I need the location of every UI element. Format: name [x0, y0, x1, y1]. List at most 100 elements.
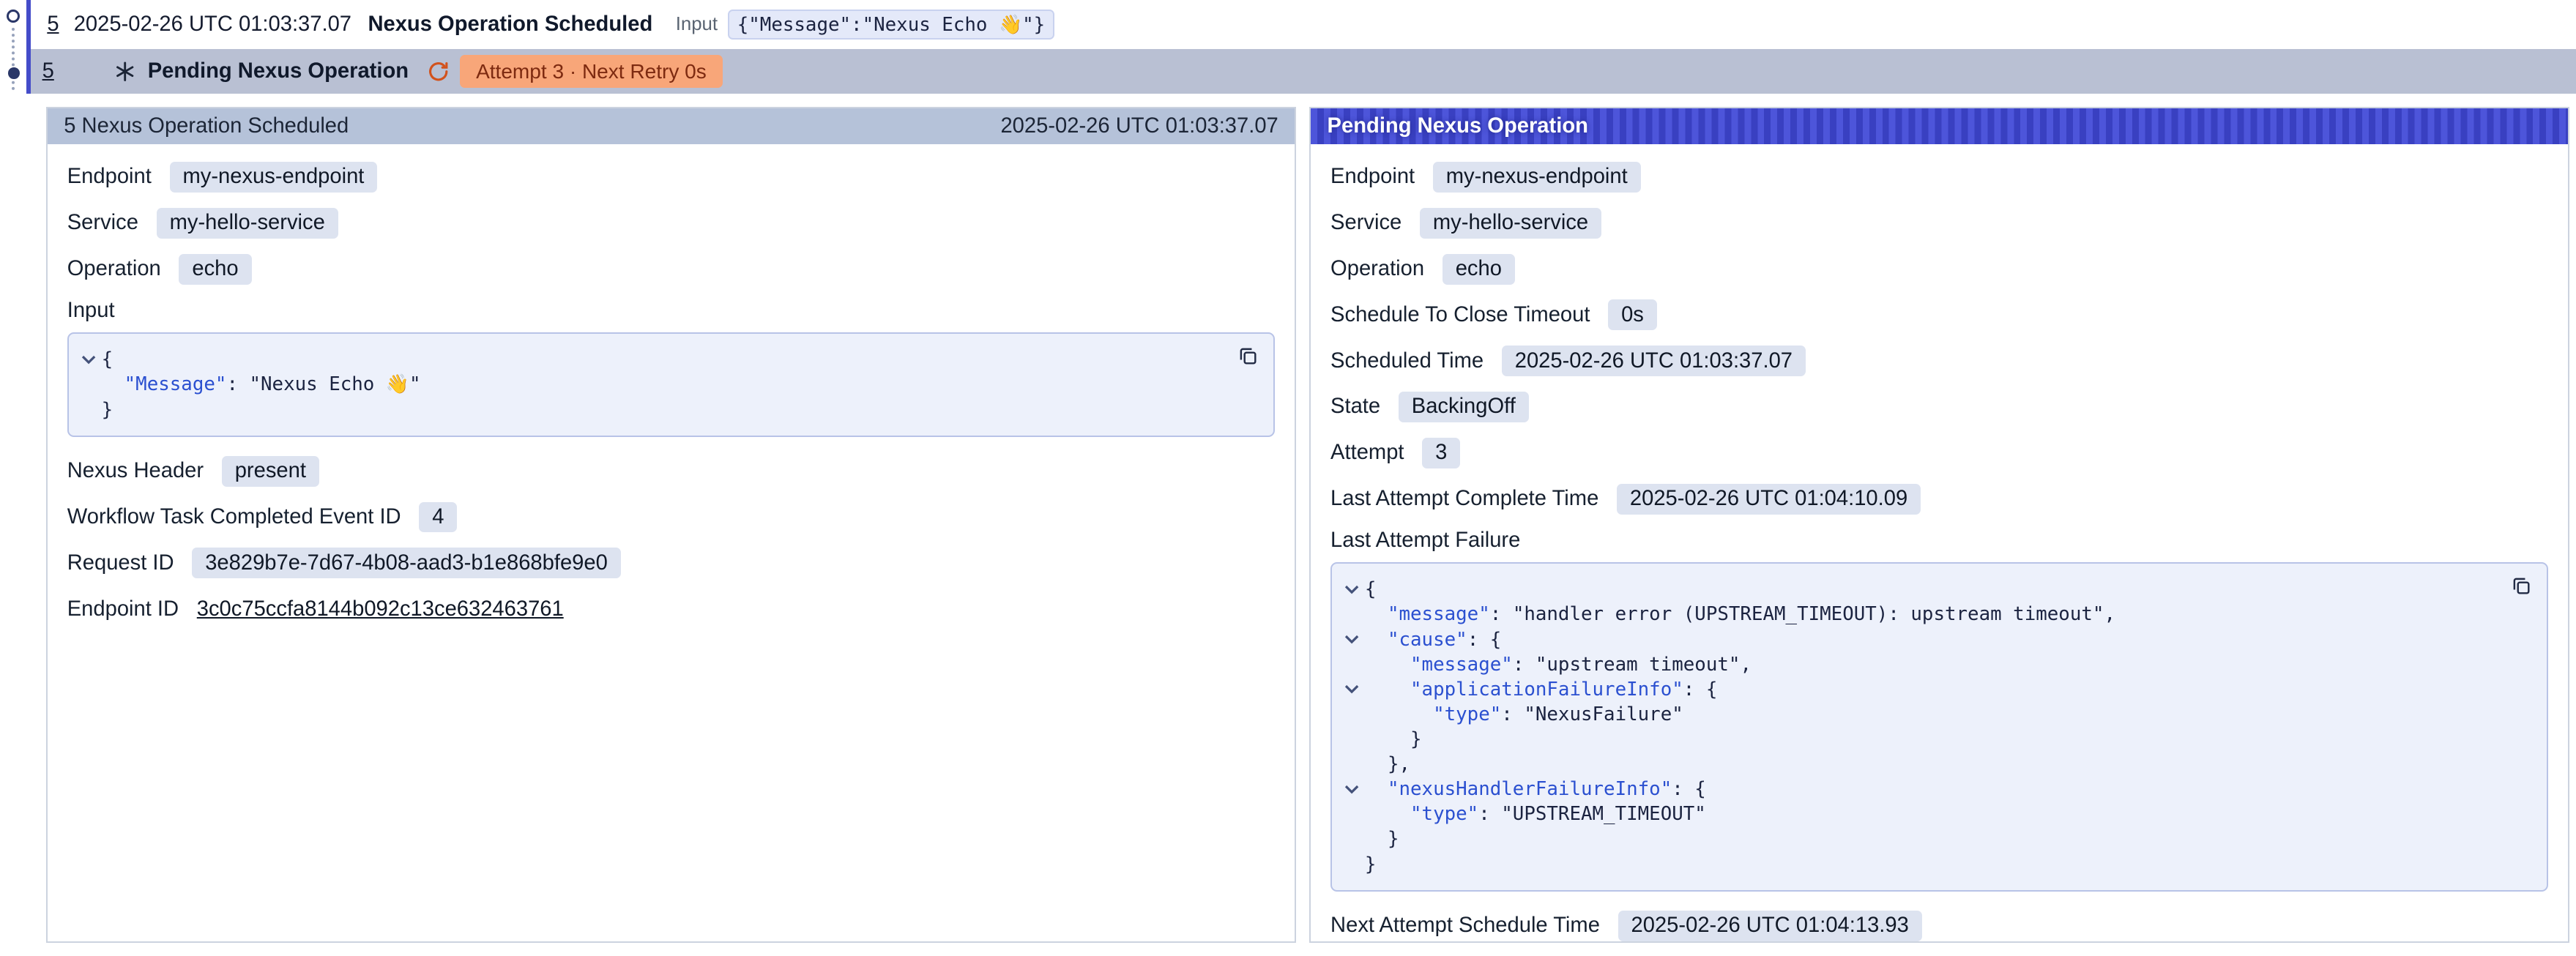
- pending-event-id-link[interactable]: 5: [42, 59, 54, 83]
- json-block-input: { "Message": "Nexus Echo 👋"}: [67, 332, 1276, 436]
- field-label-last-attempt-complete-time: Last Attempt Complete Time: [1330, 487, 1598, 511]
- field-row-state: State BackingOff: [1330, 391, 2548, 424]
- field-row-operation: Operationecho: [1330, 253, 2548, 285]
- code-line: {: [1339, 577, 2501, 602]
- collapse-chevron-icon[interactable]: [1339, 577, 1365, 602]
- chevron-spacer: [1339, 702, 1365, 727]
- code-line: "nexusHandlerFailureInfo": {: [1339, 777, 2501, 802]
- history-rows-group: 5 2025-02-26 UTC 01:03:37.07 Nexus Opera…: [26, 0, 2576, 94]
- code-text: }: [1365, 727, 1422, 752]
- field-value-chip: my-nexus-endpoint: [170, 162, 378, 193]
- field-row-next-attempt-schedule-time: Next Attempt Schedule Time 2025-02-26 UTC…: [1330, 909, 2548, 942]
- chevron-spacer: [1339, 852, 1365, 877]
- chevron-spacer: [1339, 752, 1365, 777]
- scheduled-event-detail-panel: 5 Nexus Operation Scheduled 2025-02-26 U…: [46, 107, 1296, 943]
- code-text: {: [1365, 577, 1377, 602]
- code-line: "message": "handler error (UPSTREAM_TIME…: [1339, 602, 2501, 627]
- event-id-link[interactable]: 5: [47, 12, 59, 37]
- collapse-chevron-icon[interactable]: [1339, 627, 1365, 652]
- pending-panel-header: Pending Nexus Operation: [1311, 108, 2568, 144]
- panel-title: 5 Nexus Operation Scheduled: [64, 114, 349, 138]
- field-value-chip: 4: [419, 502, 457, 533]
- code-line: {: [75, 347, 1228, 372]
- event-timeline-gutter: [0, 0, 26, 102]
- code-text: "message": "upstream timeout",: [1365, 652, 1752, 677]
- chevron-spacer: [75, 397, 102, 422]
- code-line: "applicationFailureInfo": {: [1339, 677, 2501, 702]
- code-line: }: [1339, 826, 2501, 851]
- code-text: "type": "UPSTREAM_TIMEOUT": [1365, 802, 1706, 826]
- panel-title: Pending Nexus Operation: [1328, 114, 1588, 138]
- json-block-last-attempt-failure: { "message": "handler error (UPSTREAM_TI…: [1330, 562, 2548, 891]
- field-label-last-attempt-failure: Last Attempt Failure: [1330, 529, 2548, 553]
- field-label-state: State: [1330, 395, 1380, 419]
- copy-icon[interactable]: [2507, 572, 2535, 600]
- field-value-chip: echo: [179, 254, 251, 285]
- field-label-endpoint-id: Endpoint ID: [67, 597, 179, 621]
- code-line: }: [75, 397, 1228, 422]
- chevron-spacer: [1339, 602, 1365, 627]
- event-detail-panels: 5 Nexus Operation Scheduled 2025-02-26 U…: [0, 94, 2576, 943]
- code-line: },: [1339, 752, 2501, 777]
- field-row-service: Service my-hello-service: [1330, 206, 2548, 239]
- field-row-operation: Operation echo: [67, 253, 1276, 285]
- field-value-chip: 3: [1422, 438, 1460, 468]
- scheduled-panel-header: 5 Nexus Operation Scheduled 2025-02-26 U…: [48, 108, 1295, 144]
- input-preview-chip: {"Message":"Nexus Echo 👋"}: [728, 10, 1055, 40]
- field-label-operation: Operation: [67, 257, 161, 281]
- code-text: "nexusHandlerFailureInfo": {: [1365, 777, 1706, 802]
- code-text: "applicationFailureInfo": {: [1365, 677, 1717, 702]
- code-line: "Message": "Nexus Echo 👋": [75, 372, 1228, 397]
- code-text: "type": "NexusFailure": [1365, 702, 1683, 727]
- field-row-endpoint-id: Endpoint ID 3c0c75ccfa8144b092c13ce632463…: [67, 593, 1276, 626]
- field-row-schedule-to-close-timeout: Schedule To Close Timeout 0s: [1330, 299, 2548, 332]
- field-row-service: Service my-hello-service: [67, 206, 1276, 239]
- field-value-chip: 0s: [1608, 299, 1657, 330]
- field-value-chip: my-hello-service: [1420, 208, 1601, 239]
- panel-timestamp: 2025-02-26 UTC 01:03:37.07: [1000, 114, 1278, 138]
- chevron-spacer: [75, 372, 102, 397]
- field-label-endpoint: Endpoint: [1330, 165, 1415, 189]
- collapse-chevron-icon[interactable]: [1339, 677, 1365, 702]
- retry-refresh-icon: [427, 60, 450, 83]
- code-text: "Message": "Nexus Echo 👋": [102, 372, 421, 397]
- timeline-node-dot-icon: [8, 67, 20, 79]
- history-row-nexus-operation-scheduled[interactable]: 5 2025-02-26 UTC 01:03:37.07 Nexus Opera…: [31, 0, 2576, 49]
- code-text: "message": "handler error (UPSTREAM_TIME…: [1365, 602, 2115, 627]
- code-line: }: [1339, 727, 2501, 752]
- field-row-endpoint: Endpointmy-nexus-endpoint: [67, 161, 1276, 194]
- scheduled-panel-body: Endpointmy-nexus-endpoint Service my-hello…: [48, 144, 1295, 638]
- collapse-chevron-icon[interactable]: [75, 347, 102, 372]
- field-row-request-id: Request ID3e829b7e-7d67-4b08-aad3-b1e868…: [67, 547, 1276, 580]
- field-value-chip: 2025-02-26 UTC 01:04:13.93: [1618, 911, 1922, 941]
- field-label-service: Service: [1330, 211, 1401, 235]
- field-label-workflow-task-completed-event-id: Workflow Task Completed Event ID: [67, 505, 401, 529]
- pending-operation-title: Pending Nexus Operation: [148, 59, 409, 83]
- copy-icon[interactable]: [1234, 343, 1262, 370]
- field-label-schedule-to-close-timeout: Schedule To Close Timeout: [1330, 303, 1590, 327]
- field-label-attempt: Attempt: [1330, 441, 1404, 465]
- field-value-chip: my-hello-service: [157, 208, 338, 239]
- field-label-operation: Operation: [1330, 257, 1424, 281]
- field-value-chip: 3e829b7e-7d67-4b08-aad3-b1e868bfe9e0: [192, 548, 621, 578]
- field-value-chip: BackingOff: [1399, 392, 1529, 422]
- chevron-spacer: [1339, 652, 1365, 677]
- code-text: }: [102, 397, 113, 422]
- code-text: "cause": {: [1365, 627, 1501, 652]
- field-row-nexus-header: Nexus Headerpresent: [67, 455, 1276, 488]
- timeline-connector-line: [12, 28, 15, 90]
- field-value-chip: 2025-02-26 UTC 01:03:37.07: [1502, 346, 1806, 376]
- field-value-chip: 2025-02-26 UTC 01:04:10.09: [1617, 484, 1921, 515]
- field-value-link[interactable]: 3c0c75ccfa8144b092c13ce632463761: [197, 597, 564, 621]
- collapse-chevron-icon[interactable]: [1339, 777, 1365, 802]
- code-line: }: [1339, 852, 2501, 877]
- nexus-asterisk-icon: [113, 60, 136, 83]
- chevron-spacer: [1339, 727, 1365, 752]
- pending-panel-body: Endpointmy-nexus-endpointServicemy-hello…: [1311, 144, 2568, 943]
- field-label-service: Service: [67, 211, 138, 235]
- field-row-workflow-task-completed-event-id: Workflow Task Completed Event ID 4: [67, 501, 1276, 534]
- pending-operation-detail-panel: Pending Nexus Operation Endpointmy-nexus…: [1309, 107, 2569, 943]
- field-label-next-attempt-schedule-time: Next Attempt Schedule Time: [1330, 914, 1600, 938]
- code-text: }: [1365, 852, 1377, 877]
- history-row-pending-nexus-operation[interactable]: 5 Pending Nexus Operation Attempt 3 · Ne…: [31, 49, 2576, 94]
